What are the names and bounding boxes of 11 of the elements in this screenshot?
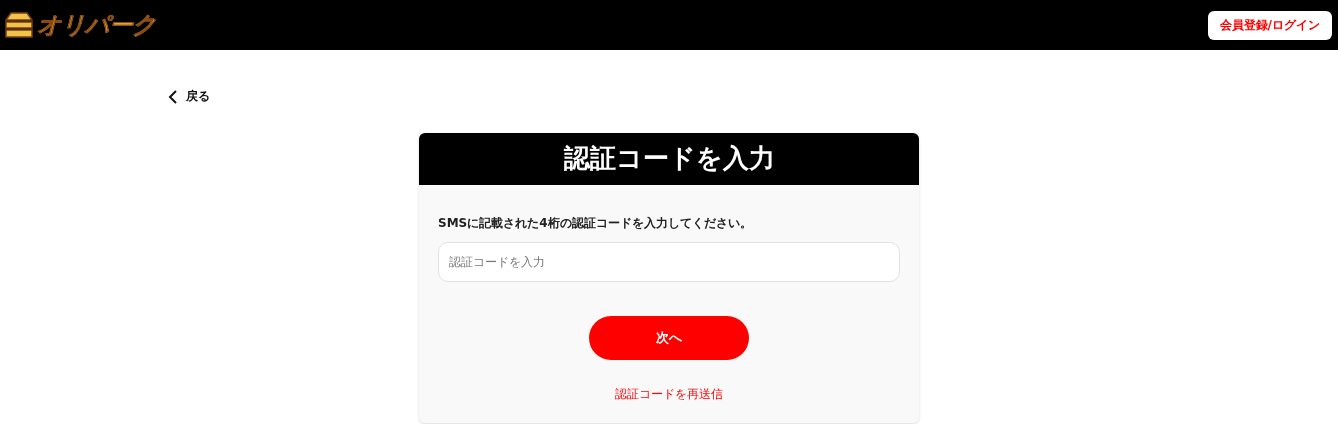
resend-code-link[interactable]: 認証コードを再送信 [615,385,723,403]
register-login-button[interactable]: 会員登録/ログイン [1207,10,1332,40]
stack-icon [4,11,34,39]
logo-text[interactable]: オリパーク [37,9,156,41]
card-title: 認証コードを入力 [419,132,919,185]
back-link[interactable]: 戻る [168,88,210,105]
chevron-left-icon [168,89,178,104]
next-button[interactable]: 次へ [589,315,749,360]
code-input-field[interactable]: 認証コードを入力 [438,241,900,282]
back-label[interactable]: 戻る [186,88,210,105]
instruction-text: SMSに記載された4桁の認証コードを入力してください。 [438,214,753,232]
